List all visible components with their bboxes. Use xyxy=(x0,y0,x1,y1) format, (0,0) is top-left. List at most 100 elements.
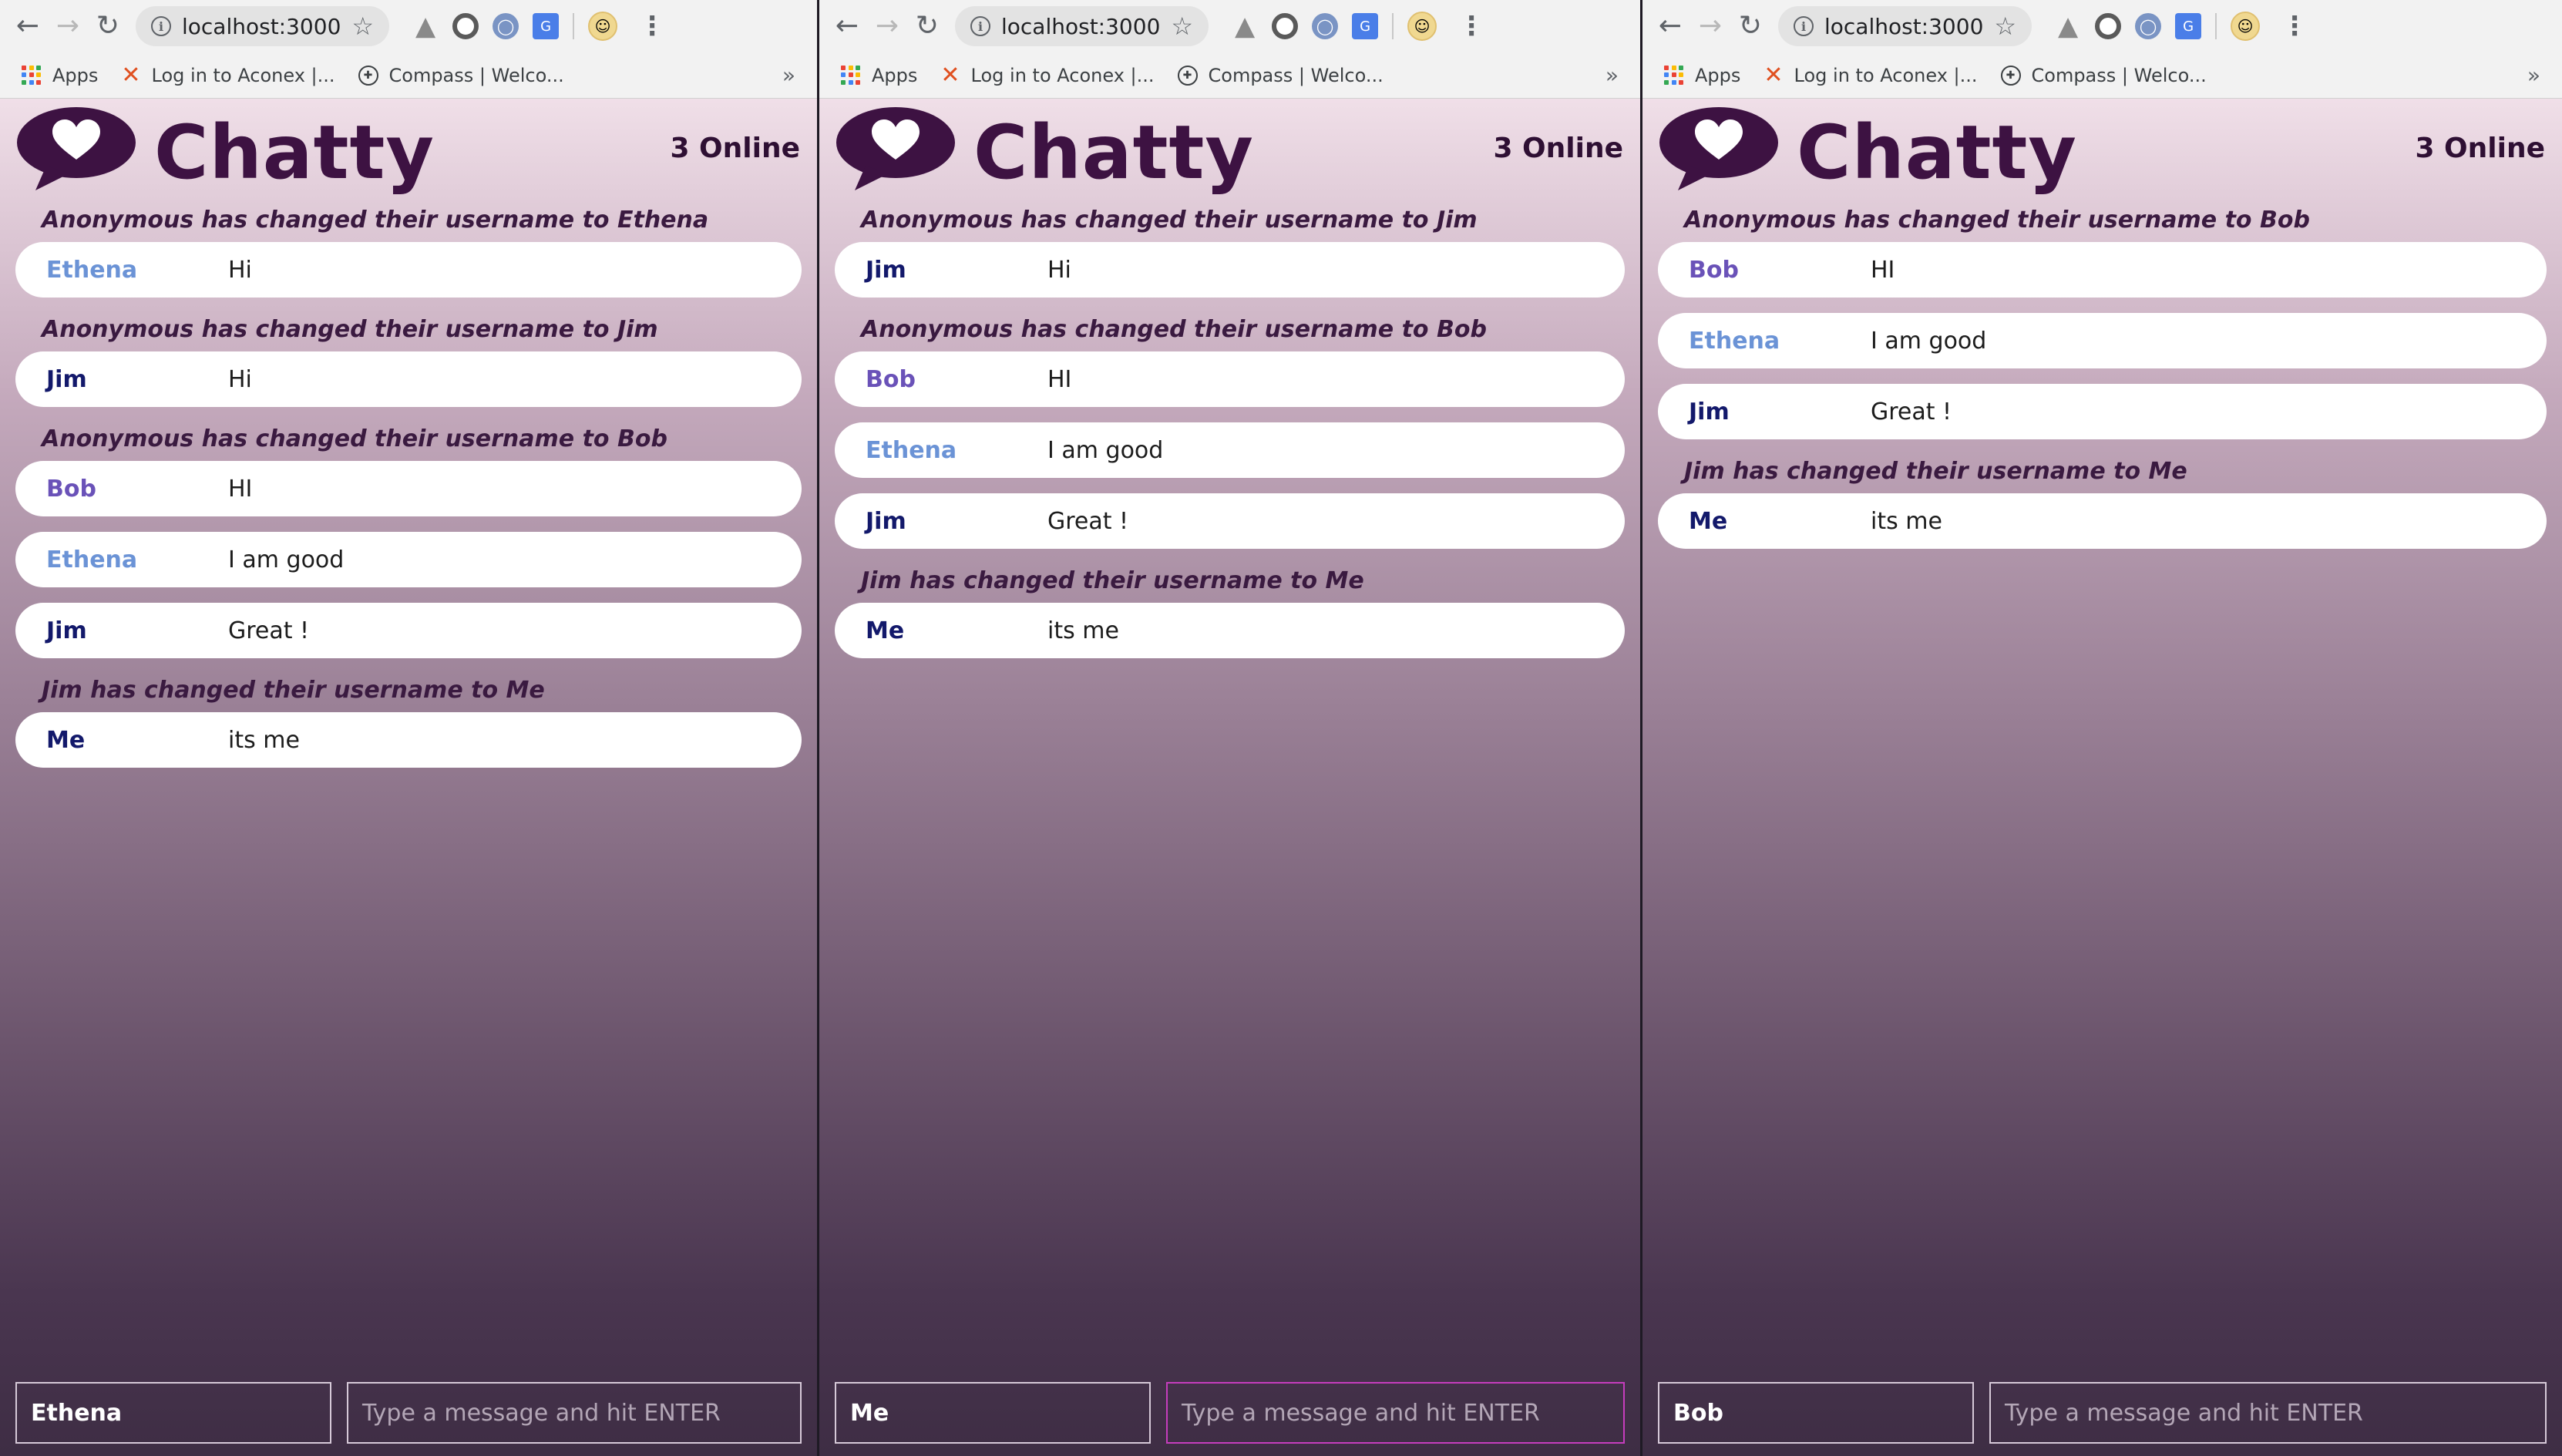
target-extension-icon[interactable] xyxy=(452,13,479,39)
extension-icon[interactable]: ◯ xyxy=(493,13,519,39)
reload-icon[interactable]: ↻ xyxy=(91,9,125,43)
bookmark-star-icon[interactable]: ☆ xyxy=(1171,12,1193,41)
extensions: ▲ ◯ G ☺ ⋮ xyxy=(412,11,665,42)
username-input[interactable]: Bob xyxy=(1658,1382,1974,1444)
message-username: Bob xyxy=(1689,256,1739,284)
browser-menu-icon[interactable]: ⋮ xyxy=(631,11,665,42)
message-content: Hi xyxy=(228,256,252,284)
app-navbar: Chatty 3 Online xyxy=(1642,99,2562,199)
info-icon[interactable]: i xyxy=(970,16,990,36)
bookmark-apps[interactable]: Apps xyxy=(841,65,917,86)
bookmark-aconex[interactable]: ✕ Log in to Aconex |... xyxy=(1763,62,1977,89)
address-bar[interactable]: i localhost:3000 ☆ xyxy=(136,6,390,46)
bookmarks-bar: Apps ✕ Log in to Aconex |... ✚ Compass |… xyxy=(0,52,817,99)
extension-icon[interactable]: ◯ xyxy=(1312,13,1339,39)
message-list: Anonymous has changed their username to … xyxy=(819,199,1640,1382)
bookmark-label: Log in to Aconex |... xyxy=(151,64,335,86)
browser-toolbar: ← → ↻ i localhost:3000 ☆ ▲ ◯ G ☺ ⋮ xyxy=(0,0,817,52)
bookmarks-overflow-icon[interactable]: » xyxy=(782,62,795,88)
bookmark-apps[interactable]: Apps xyxy=(22,65,98,86)
chat-message: Jim Great ! xyxy=(15,603,802,658)
online-count: 3 Online xyxy=(2415,133,2545,164)
bookmark-compass[interactable]: ✚ Compass | Welco... xyxy=(2000,64,2207,86)
back-icon[interactable]: ← xyxy=(830,9,864,43)
drive-extension-icon[interactable]: ▲ xyxy=(412,11,439,42)
extension-icon[interactable]: ◯ xyxy=(2135,13,2162,39)
profile-avatar-icon[interactable]: ☺ xyxy=(1407,12,1437,41)
browser-menu-icon[interactable]: ⋮ xyxy=(1451,11,1484,42)
message-content: Great ! xyxy=(228,617,310,644)
message-input[interactable]: Type a message and hit ENTER xyxy=(1989,1382,2547,1444)
reload-icon[interactable]: ↻ xyxy=(910,9,944,43)
message-username: Jim xyxy=(46,365,87,393)
username-input[interactable]: Me xyxy=(835,1382,1151,1444)
profile-avatar-icon[interactable]: ☺ xyxy=(588,12,618,41)
message-username: Ethena xyxy=(866,436,957,464)
bookmark-label: Compass | Welco... xyxy=(2031,64,2207,86)
chat-message: Jim Hi xyxy=(835,242,1625,298)
bookmark-label: Compass | Welco... xyxy=(388,64,564,86)
message-content: its me xyxy=(1047,617,1119,644)
extensions: ▲ ◯ G ☺ ⋮ xyxy=(1232,11,1484,42)
forward-icon[interactable]: → xyxy=(1693,9,1727,43)
brand-title[interactable]: Chatty xyxy=(973,109,1254,196)
aconex-icon: ✕ xyxy=(940,62,960,89)
message-input[interactable]: Type a message and hit ENTER xyxy=(1166,1382,1625,1444)
bookmarks-overflow-icon[interactable]: » xyxy=(2527,62,2540,88)
bookmarks-overflow-icon[interactable]: » xyxy=(1605,62,1619,88)
message-input[interactable]: Type a message and hit ENTER xyxy=(347,1382,802,1444)
reload-icon[interactable]: ↻ xyxy=(1733,9,1767,43)
info-icon[interactable]: i xyxy=(151,16,171,36)
address-bar[interactable]: i localhost:3000 ☆ xyxy=(955,6,1209,46)
browser-toolbar: ← → ↻ i localhost:3000 ☆ ▲ ◯ G ☺ ⋮ xyxy=(1642,0,2562,52)
username-input[interactable]: Ethena xyxy=(15,1382,331,1444)
bookmark-star-icon[interactable]: ☆ xyxy=(1994,12,2016,41)
chatty-app: Chatty 3 Online Anonymous has changed th… xyxy=(1642,99,2562,1456)
bookmark-apps[interactable]: Apps xyxy=(1664,65,1740,86)
chatty-app: Chatty 3 Online Anonymous has changed th… xyxy=(0,99,817,1456)
bookmark-label: Apps xyxy=(52,64,99,86)
message-username: Me xyxy=(1689,507,1728,535)
bookmark-star-icon[interactable]: ☆ xyxy=(351,12,374,41)
drive-extension-icon[interactable]: ▲ xyxy=(2055,11,2081,42)
system-notification: Anonymous has changed their username to … xyxy=(42,425,667,452)
back-icon[interactable]: ← xyxy=(1653,9,1687,43)
brand-title[interactable]: Chatty xyxy=(154,109,435,196)
message-username: Me xyxy=(866,617,905,644)
system-notification: Jim has changed their username to Me xyxy=(42,677,545,704)
profile-avatar-icon[interactable]: ☺ xyxy=(2231,12,2261,41)
message-username: Jim xyxy=(1689,398,1730,425)
target-extension-icon[interactable] xyxy=(2095,13,2122,39)
bookmark-compass[interactable]: ✚ Compass | Welco... xyxy=(1177,65,1384,86)
chat-message: Ethena I am good xyxy=(1658,313,2547,368)
message-username: Ethena xyxy=(46,546,138,573)
bookmark-aconex[interactable]: ✕ Log in to Aconex |... xyxy=(121,62,335,89)
forward-icon[interactable]: → xyxy=(51,9,85,43)
info-icon[interactable]: i xyxy=(1794,16,1814,36)
bookmark-compass[interactable]: ✚ Compass | Welco... xyxy=(358,65,564,86)
system-notification: Anonymous has changed their username to … xyxy=(861,316,1487,343)
bookmark-aconex[interactable]: ✕ Log in to Aconex |... xyxy=(940,62,1154,89)
target-extension-icon[interactable] xyxy=(1272,13,1299,39)
browser-toolbar: ← → ↻ i localhost:3000 ☆ ▲ ◯ G ☺ ⋮ xyxy=(819,0,1640,52)
chat-message: Me its me xyxy=(835,603,1625,658)
address-bar[interactable]: i localhost:3000 ☆ xyxy=(1778,6,2032,46)
app-navbar: Chatty 3 Online xyxy=(0,99,817,199)
message-username: Jim xyxy=(866,507,906,535)
toolbar-divider xyxy=(1392,13,1394,39)
apps-grid-icon xyxy=(22,65,42,86)
back-icon[interactable]: ← xyxy=(11,9,45,43)
brand-title[interactable]: Chatty xyxy=(1797,109,2077,196)
translate-extension-icon[interactable]: G xyxy=(1352,13,1379,39)
toolbar-divider xyxy=(2215,13,2217,39)
system-notification: Jim has changed their username to Me xyxy=(1684,458,2187,485)
browser-menu-icon[interactable]: ⋮ xyxy=(2274,11,2308,42)
screen: ← → ↻ i localhost:3000 ☆ ▲ ◯ G ☺ ⋮ Apps … xyxy=(0,0,2562,1456)
translate-extension-icon[interactable]: G xyxy=(533,13,560,39)
drive-extension-icon[interactable]: ▲ xyxy=(1232,11,1258,42)
message-content: Great ! xyxy=(1047,507,1129,535)
heart-speech-bubble-icon xyxy=(15,106,137,192)
forward-icon[interactable]: → xyxy=(870,9,904,43)
translate-extension-icon[interactable]: G xyxy=(2175,13,2202,39)
message-content: HI xyxy=(1047,365,1072,393)
